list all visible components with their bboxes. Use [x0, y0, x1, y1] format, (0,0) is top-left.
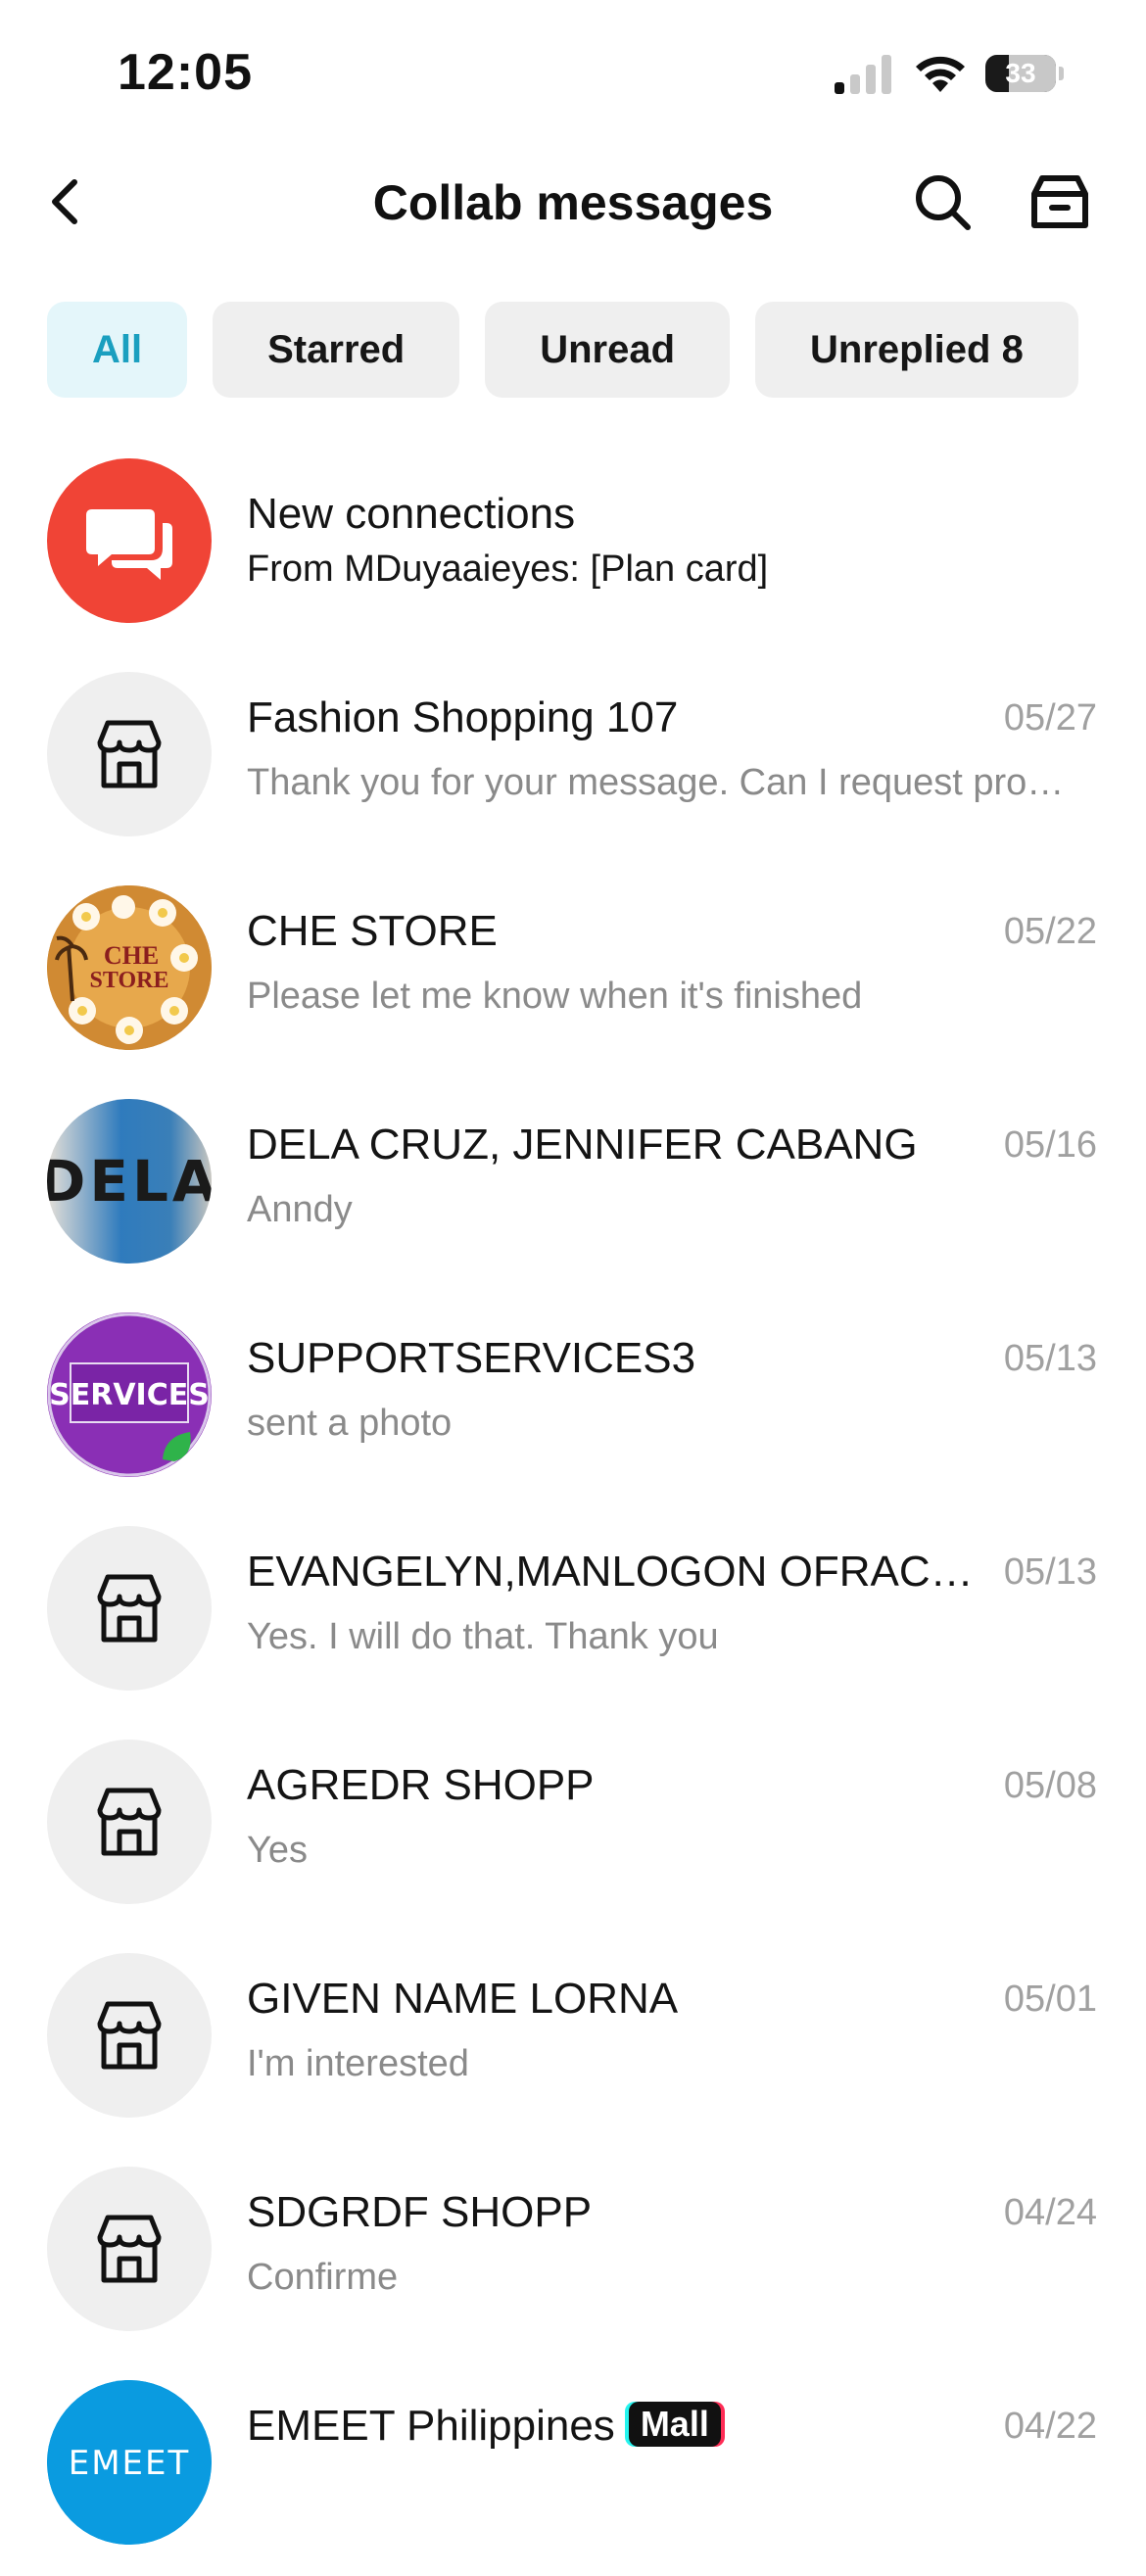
conversation-date: 05/27	[1003, 697, 1097, 739]
battery-level: 33	[1005, 58, 1036, 88]
new-connections-avatar	[47, 458, 212, 623]
conversation-name: EMEET Philippines Mall	[247, 2402, 981, 2451]
status-time: 12:05	[118, 44, 253, 101]
avatar	[47, 2167, 212, 2331]
conversation-row[interactable]: SDGRDF SHOPP Confirme 04/24	[0, 2149, 1146, 2362]
archive-box-icon[interactable]	[1028, 170, 1091, 233]
dela-logo: DELA	[47, 1099, 212, 1264]
conversation-name: DELA CRUZ, JENNIFER CABANG	[247, 1121, 918, 1169]
avatar-text: EMEET	[69, 2444, 191, 2483]
conversation-preview: Yes	[247, 1830, 308, 1871]
cellular-signal-icon	[835, 55, 891, 94]
conversation-preview: Thank you for your message. Can I reques…	[247, 762, 1079, 803]
avatar: CHE STORE	[47, 885, 212, 1050]
conversation-name: AGREDR SHOPP	[247, 1761, 595, 1809]
avatar	[47, 1740, 212, 1904]
conversation-preview: From MDuyaaieyes: [Plan card]	[247, 549, 769, 590]
header: Collab messages	[0, 147, 1146, 255]
filter-chips: All Starred Unread Unreplied 8	[47, 302, 1078, 398]
conversation-date: 04/22	[1003, 2406, 1097, 2447]
conversation-date: 05/08	[1003, 1765, 1097, 1806]
filter-unread[interactable]: Unread	[485, 302, 730, 398]
conversation-date: 04/24	[1003, 2192, 1097, 2233]
conversation-name: New connections	[247, 490, 576, 538]
conversation-date: 05/13	[1003, 1551, 1097, 1593]
conversation-name: Fashion Shopping 107	[247, 693, 679, 741]
conversation-preview: Anndy	[247, 1189, 353, 1230]
conversation-row[interactable]: EVANGELYN,MANLOGON OFRACIO SHOPP Yes. I …	[0, 1508, 1146, 1722]
services-logo: SERVICES	[47, 1312, 212, 1477]
conversation-row[interactable]: SERVICES SUPPORTSERVICES3 sent a photo 0…	[0, 1295, 1146, 1508]
avatar-text: DELA	[47, 1148, 212, 1215]
che-store-logo: CHE STORE	[47, 885, 212, 1050]
avatar	[47, 1953, 212, 2118]
chat-bubbles-icon	[86, 509, 172, 580]
store-icon	[97, 1574, 162, 1643]
page-title: Collab messages	[372, 175, 774, 230]
conversation-preview: Confirme	[247, 2257, 399, 2298]
conversation-date: 05/22	[1003, 911, 1097, 952]
store-icon	[97, 2001, 162, 2070]
conversation-row[interactable]: DELA DELA CRUZ, JENNIFER CABANG Anndy 05…	[0, 1081, 1146, 1295]
conversation-row[interactable]: GIVEN NAME LORNA I'm interested 05/01	[0, 1935, 1146, 2149]
conversation-row[interactable]: EMEET EMEET Philippines Mall 04/22	[0, 2362, 1146, 2576]
filter-starred[interactable]: Starred	[213, 302, 460, 398]
emeet-logo: EMEET	[47, 2380, 212, 2545]
mall-badge: Mall	[628, 2402, 721, 2448]
conversation-preview: I'm interested	[247, 2043, 469, 2084]
conversation-date: 05/01	[1003, 1979, 1097, 2020]
new-connections-row[interactable]: New connections From MDuyaaieyes: [Plan …	[0, 441, 1146, 654]
store-icon	[97, 720, 162, 788]
conversation-name: CHE STORE	[247, 907, 498, 955]
conversation-row[interactable]: AGREDR SHOPP Yes 05/08	[0, 1722, 1146, 1935]
search-icon[interactable]	[911, 170, 974, 233]
store-icon	[97, 2215, 162, 2283]
battery-icon: 33	[985, 55, 1064, 92]
avatar	[47, 672, 212, 836]
avatar: EMEET	[47, 2380, 212, 2545]
filter-unreplied[interactable]: Unreplied 8	[755, 302, 1078, 398]
avatar: SERVICES	[47, 1312, 212, 1477]
status-bar: 12:05 33	[0, 0, 1146, 147]
conversation-name: GIVEN NAME LORNA	[247, 1975, 679, 2023]
conversation-row[interactable]: CHE STORE CHE STORE Please let me know w…	[0, 868, 1146, 1081]
conversation-preview: Please let me know when it's finished	[247, 976, 863, 1017]
conversation-name: SUPPORTSERVICES3	[247, 1334, 696, 1382]
wifi-icon	[916, 56, 965, 92]
filter-all[interactable]: All	[47, 302, 188, 398]
avatar-text: SERVICES	[49, 1378, 210, 1412]
conversation-date: 05/13	[1003, 1338, 1097, 1379]
conversation-name: SDGRDF SHOPP	[247, 2188, 593, 2236]
avatar: DELA	[47, 1099, 212, 1264]
conversation-date: 05/16	[1003, 1124, 1097, 1166]
conversation-name: EVANGELYN,MANLOGON OFRACIO SHOPP	[247, 1548, 979, 1596]
conversation-row[interactable]: Fashion Shopping 107 Thank you for your …	[0, 654, 1146, 868]
conversation-preview: sent a photo	[247, 1403, 453, 1444]
conversation-name-text: EMEET Philippines	[247, 2402, 615, 2450]
store-icon	[97, 1788, 162, 1856]
conversation-preview: Yes. I will do that. Thank you	[247, 1616, 719, 1657]
avatar-text: STORE	[90, 968, 169, 993]
avatar	[47, 1526, 212, 1691]
avatar-text: CHE	[104, 941, 159, 970]
